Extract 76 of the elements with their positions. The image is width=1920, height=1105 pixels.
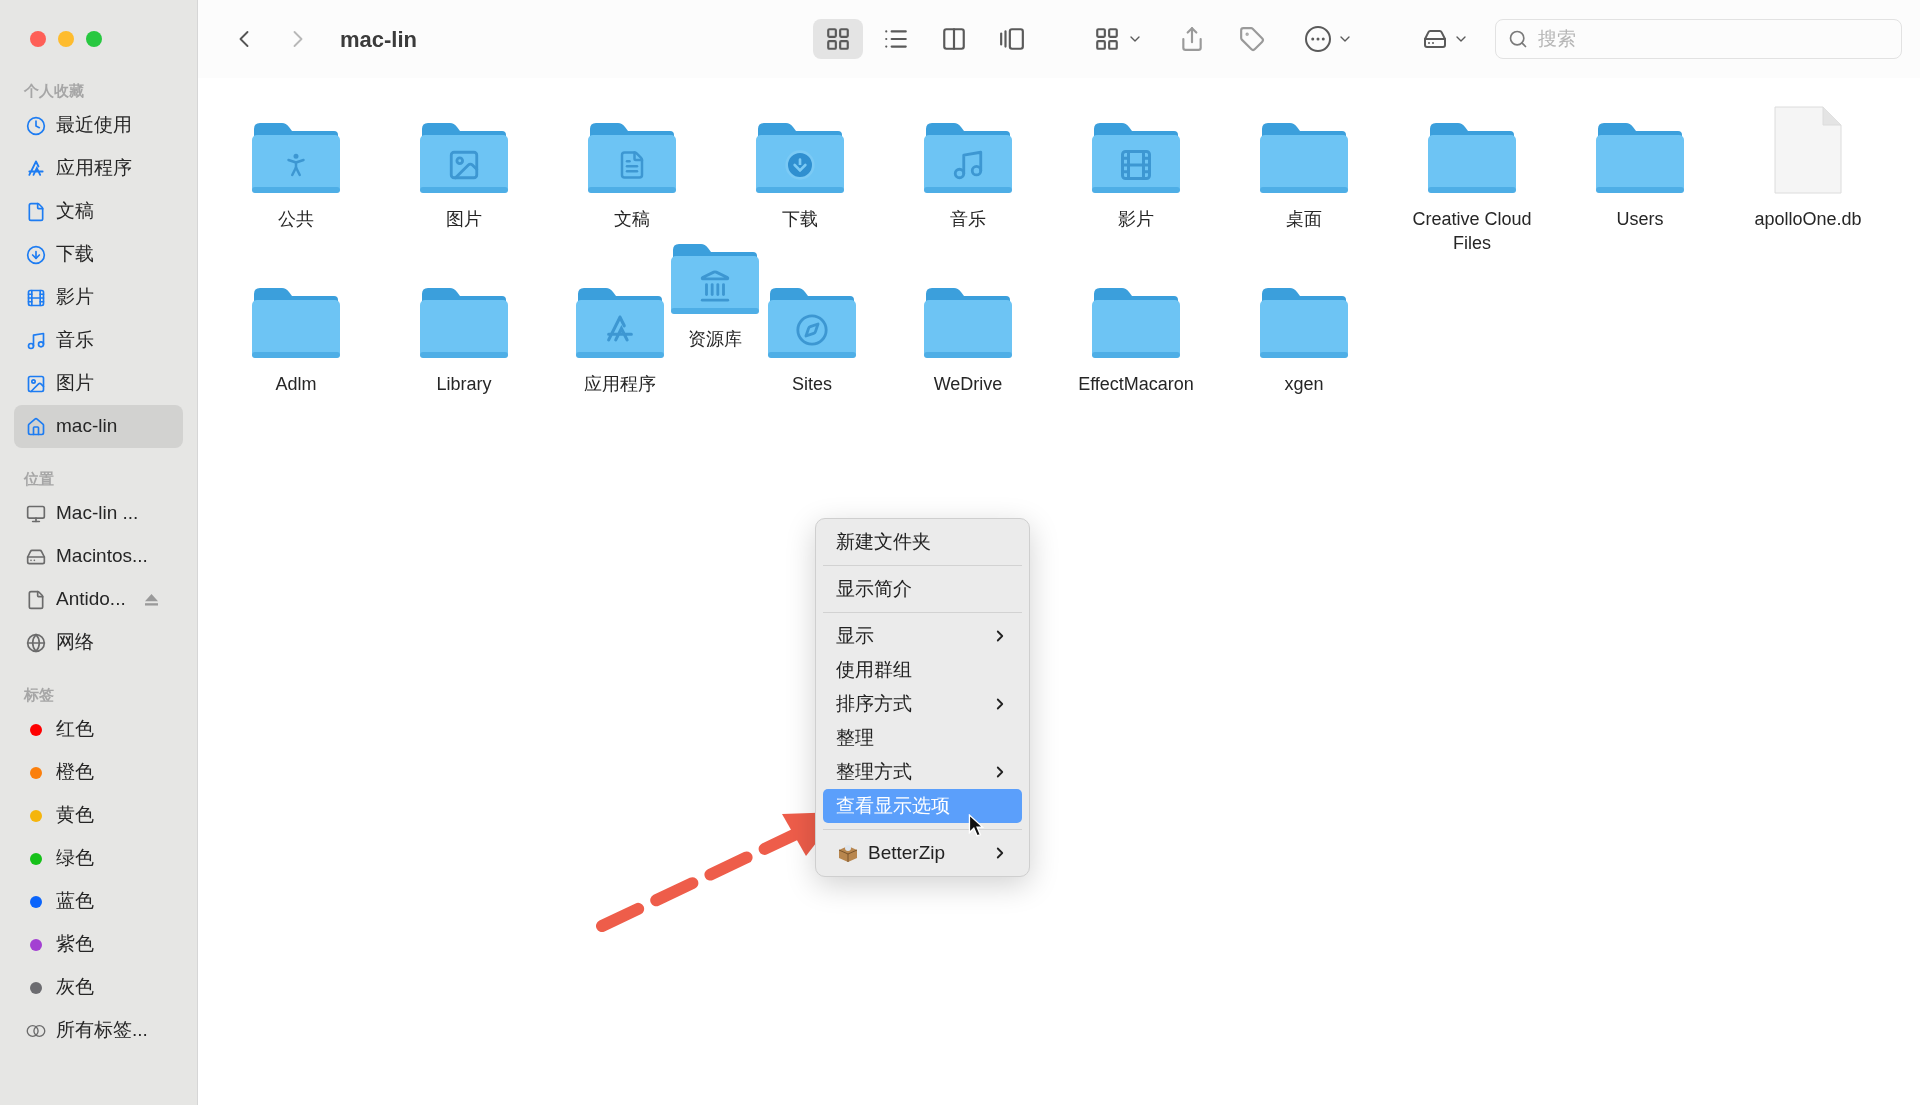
film-icon [26,287,46,308]
sidebar-item[interactable]: 音乐 [14,319,183,362]
tag-button[interactable] [1239,26,1266,52]
search-icon [1508,29,1529,49]
sidebar-item[interactable]: 黄色 [14,794,183,837]
home-icon [26,416,46,437]
search-input[interactable]: 搜索 [1538,24,1889,54]
sidebar-section-title: 个人收藏 [23,81,85,101]
sidebar-section-title: 位置 [22,469,55,489]
file-name: 音乐 [949,208,987,231]
file-name: 下载 [781,208,819,231]
sidebar-item[interactable]: mac-lin [14,405,183,448]
file-name: apolloOne.db [1753,208,1863,231]
sidebar-item[interactable]: 绿色 [14,837,183,880]
menu-item[interactable]: 使用群组 [823,653,1022,687]
sidebar-item[interactable]: Macintos... [14,535,183,578]
sidebar-item[interactable]: 图片 [14,362,183,405]
document-icon [26,589,46,610]
icons-view-button[interactable] [813,19,864,59]
sidebar-item[interactable]: 灰色 [14,966,183,1009]
clock-icon [26,115,46,136]
file-name: 公共 [277,208,315,231]
download-icon [26,244,46,265]
file-name: xgen [1283,373,1325,396]
globe-icon [26,632,46,653]
file-name: Library [435,373,493,396]
menu-item[interactable]: BetterZip [823,836,1022,870]
eject-icon[interactable] [143,593,159,606]
tag-icon [1239,26,1266,52]
sidebar-item[interactable]: Mac-lin ... [14,492,183,535]
search-field[interactable]: 搜索 [1495,19,1902,59]
sidebar-item[interactable]: 红色 [14,708,183,751]
menu-item[interactable]: 排序方式 [823,687,1022,721]
sidebar-item[interactable]: 应用程序 [14,147,183,190]
file-name: EffectMacaron [1077,373,1195,396]
sidebar-item[interactable]: 最近使用 [14,104,183,147]
file-name: 图片 [445,208,483,231]
file-name: 资源库 [688,328,742,351]
file-name: 应用程序 [583,373,657,396]
picture-icon [26,373,46,394]
menu-item[interactable]: 新建文件夹 [823,525,1022,559]
file-name: Users [1615,208,1665,231]
drive-icon [1423,27,1448,51]
document-icon [26,201,46,222]
file-name: 桌面 [1285,208,1323,231]
menu-item[interactable]: 显示 [823,619,1022,653]
file-name: WeDrive [932,373,1004,396]
icons-view-icon [825,26,852,52]
monitor-icon [26,503,46,524]
file-name: Sites [791,373,833,396]
sidebar-item[interactable]: 下载 [14,233,183,276]
file-name: Creative Cloud Files [1411,208,1533,255]
sidebar-item[interactable]: 影片 [14,276,183,319]
all-tags-icon [26,1023,46,1038]
sidebar-item[interactable]: 蓝色 [14,880,183,923]
close-window-button[interactable] [30,31,46,47]
sidebar-item[interactable]: Antido... [14,578,183,621]
zoom-window-button[interactable] [86,31,102,47]
music-note-icon [26,330,46,351]
sidebar-item[interactable]: 网络 [14,621,183,664]
sidebar-item[interactable]: 文稿 [14,190,183,233]
mouse-pointer-icon [968,814,984,838]
gallery-view-icon [999,26,1026,52]
sidebar-item[interactable]: 所有标签... [14,1009,183,1052]
menu-item[interactable]: 整理方式 [823,755,1022,789]
sidebar-item[interactable]: 橙色 [14,751,183,794]
sidebar-item[interactable]: 紫色 [14,923,183,966]
window-title: mac-lin [340,25,418,54]
file-name: 影片 [1117,208,1155,231]
columns-view-icon [941,26,968,52]
file-name: 文稿 [613,208,651,231]
menu-item[interactable]: 显示简介 [823,572,1022,606]
file-name: Adlm [274,373,318,396]
apps-icon [26,158,46,179]
menu-item[interactable]: 整理 [823,721,1022,755]
sidebar-section-title: 标签 [22,685,55,705]
